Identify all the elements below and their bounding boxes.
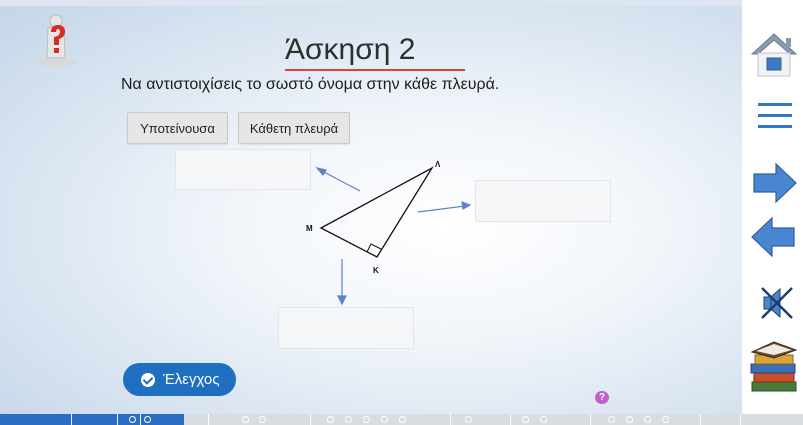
progress-dot [465, 416, 472, 423]
progress-tick [208, 414, 209, 425]
progress-tick [590, 414, 591, 425]
arrow-to-bottom [337, 259, 347, 306]
progress-dot [259, 416, 266, 423]
vertex-label-left: Μ [306, 224, 313, 233]
progress-dot [144, 416, 151, 423]
progress-dot [662, 416, 669, 423]
progress-tick [510, 414, 511, 425]
triangle-diagram [315, 166, 472, 306]
progress-dot [345, 416, 352, 423]
progress-dot [381, 416, 388, 423]
triangle-shape [319, 166, 434, 258]
progress-dot [540, 416, 547, 423]
progress-dot [242, 416, 249, 423]
progress-bar [0, 414, 803, 425]
progress-dot [626, 416, 633, 423]
progress-dot [644, 416, 651, 423]
books-icon[interactable] [748, 338, 800, 394]
mute-speaker-icon[interactable] [758, 284, 798, 322]
progress-dot [399, 416, 406, 423]
progress-bar-fill [0, 414, 184, 425]
next-arrow-icon[interactable] [752, 162, 798, 204]
arrow-to-right [417, 201, 472, 213]
home-icon[interactable] [750, 32, 798, 78]
hint-bubble-icon[interactable]: ? [595, 391, 609, 404]
progress-dot [522, 416, 529, 423]
prev-arrow-icon[interactable] [750, 216, 796, 258]
progress-tick [71, 414, 72, 425]
vertex-label-top: Λ [435, 160, 441, 169]
check-button-label: Έλεγχος [163, 371, 220, 388]
arrow-to-top-left [315, 167, 361, 192]
progress-tick [450, 414, 451, 425]
progress-dot [129, 416, 136, 423]
progress-tick [740, 414, 741, 425]
menu-icon[interactable] [758, 102, 792, 130]
progress-tick [700, 414, 701, 425]
check-circle-icon [141, 372, 155, 387]
progress-tick [140, 414, 141, 425]
progress-tick [117, 414, 118, 425]
check-button[interactable]: Έλεγχος [123, 363, 236, 396]
exercise-stage: Άσκηση 2 Να αντιστοιχίσεις το σωστό όνομ… [0, 0, 742, 414]
vertex-label-bottom: Κ [373, 266, 379, 275]
progress-dot [327, 416, 334, 423]
progress-dot [363, 416, 370, 423]
progress-dot [608, 416, 615, 423]
navigation-sidebar [742, 0, 803, 425]
progress-tick [310, 414, 311, 425]
